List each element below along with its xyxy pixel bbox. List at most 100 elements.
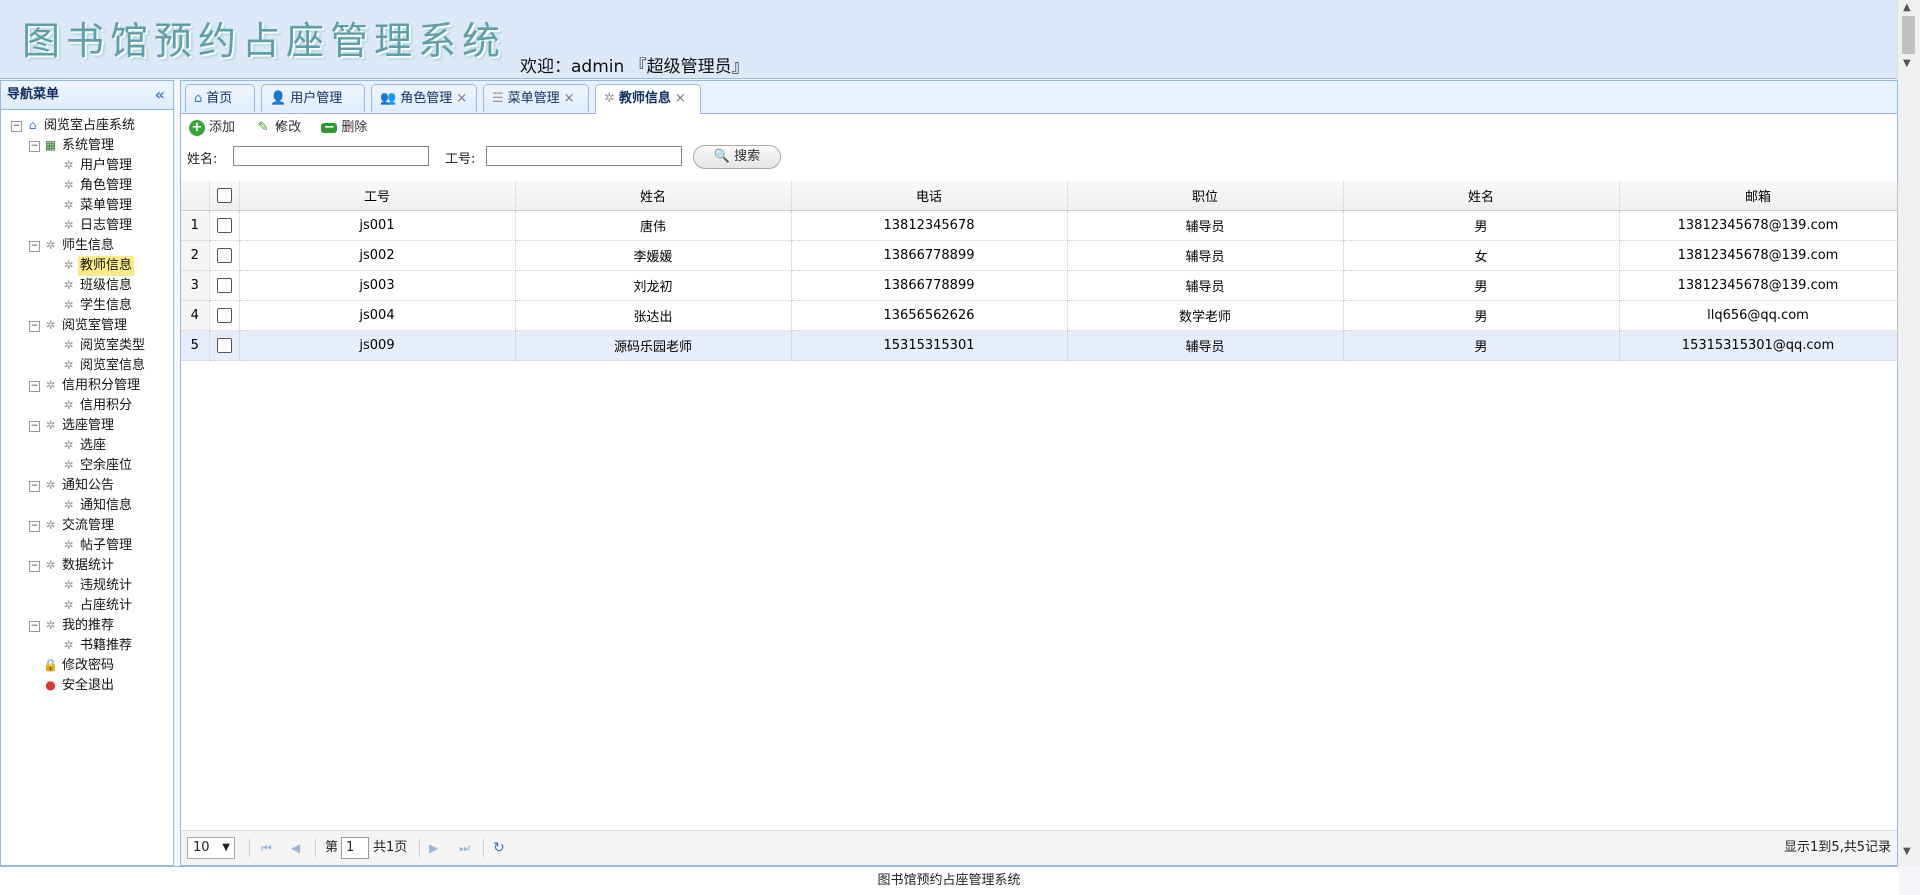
tab-item[interactable]: ✲ 教师信息 × xyxy=(595,84,701,114)
search-button[interactable]: 🔍 搜索 xyxy=(693,145,781,169)
table-row[interactable]: 1 js001 唐伟 13812345678 辅导员男 13812345678@139.c… xyxy=(181,210,1898,241)
tree-group[interactable]: − ✲ 选座管理 xyxy=(1,416,173,436)
gear-icon: ✲ xyxy=(604,91,615,106)
vertical-scrollbar[interactable]: ▲ ▼ ▼ xyxy=(1897,0,1920,866)
sidebar-item[interactable]: ✲ 班级信息 xyxy=(1,276,173,296)
close-icon[interactable]: × xyxy=(675,91,686,106)
tree-group[interactable]: − ▦ 系统管理 xyxy=(1,136,173,156)
close-icon[interactable]: × xyxy=(564,91,575,106)
select-all-checkbox[interactable] xyxy=(216,188,232,203)
row-checkbox[interactable] xyxy=(216,218,232,233)
last-page-icon[interactable]: ⏭ xyxy=(459,831,470,865)
page-size-select[interactable]: 10 ▼ xyxy=(187,837,235,859)
sidebar-item[interactable]: ✲ 选座 xyxy=(1,436,173,456)
first-page-icon[interactable]: ⏮ xyxy=(261,831,272,865)
tab-item[interactable]: 👤 用户管理× xyxy=(261,84,365,134)
tab-item[interactable]: ⌂ 首页 xyxy=(185,84,255,112)
sidebar-item[interactable]: ✲ 通知信息 xyxy=(1,496,173,516)
minus-icon: − xyxy=(321,121,338,134)
double-chevron-left-icon[interactable]: « xyxy=(155,81,165,109)
row-checkbox[interactable] xyxy=(216,248,232,263)
collapse-toggle-icon[interactable]: − xyxy=(29,421,40,432)
scroll-down-icon[interactable]: ▼ xyxy=(1903,58,1911,69)
sidebar-item[interactable]: ✲ 用户管理 xyxy=(1,156,173,176)
row-checkbox[interactable] xyxy=(216,338,232,353)
sidebar-item[interactable]: ✲ 阅览室信息 xyxy=(1,356,173,376)
tree-group[interactable]: − ✲ 阅览室管理 xyxy=(1,316,173,336)
gear-icon: ✲ xyxy=(63,278,74,292)
sidebar-item[interactable]: ✲ 教师信息 xyxy=(1,256,173,276)
collapse-toggle-icon[interactable]: − xyxy=(29,621,40,632)
page-number-input[interactable]: 1 xyxy=(341,837,369,859)
sidebar-item[interactable]: ✲ 阅览室类型 xyxy=(1,336,173,356)
divider xyxy=(483,839,484,857)
tab-label: 教师信息 xyxy=(618,91,671,106)
sidebar-item[interactable]: ✲ 书籍推荐 xyxy=(1,636,173,656)
col-header[interactable]: 姓名 xyxy=(1343,181,1620,211)
prev-page-icon[interactable]: ◀ xyxy=(291,831,300,865)
cell-email: 13812345678@139.com xyxy=(1619,240,1898,271)
sidebar-item-change-password[interactable]: 🔒 修改密码 xyxy=(1,656,173,676)
sidebar-item[interactable]: ✲ 日志管理 xyxy=(1,216,173,236)
collapse-toggle-icon[interactable]: − xyxy=(29,561,40,572)
sidebar-item[interactable]: ✲ 角色管理 xyxy=(1,176,173,196)
row-checkbox[interactable] xyxy=(216,308,232,323)
refresh-icon[interactable]: ↻ xyxy=(493,831,505,865)
sidebar-item[interactable]: ✲ 违规统计 xyxy=(1,576,173,596)
col-header[interactable]: 邮箱 xyxy=(1619,181,1898,211)
collapse-toggle-icon[interactable]: − xyxy=(11,121,22,132)
next-page-icon[interactable]: ▶ xyxy=(429,831,438,865)
col-header[interactable]: 姓名 xyxy=(515,181,792,211)
collapse-toggle-icon[interactable]: − xyxy=(29,521,40,532)
sidebar-item[interactable]: ✲ 菜单管理 xyxy=(1,196,173,216)
sidebar-title: 导航菜单 xyxy=(7,87,60,102)
tree-group[interactable]: − ✲ 数据统计 xyxy=(1,556,173,576)
close-icon[interactable]: × xyxy=(456,91,467,106)
tree-label: 班级信息 xyxy=(80,278,133,293)
tree-group[interactable]: − ✲ 我的推荐 xyxy=(1,616,173,636)
table-row[interactable]: 4 js004 张达出 13656562626 数学老师男 llq656@qq.com xyxy=(181,300,1898,331)
sidebar-item[interactable]: ✲ 学生信息 xyxy=(1,296,173,316)
cell-pos: 辅导员 xyxy=(1067,210,1344,241)
cell-id: js009 xyxy=(239,330,516,361)
collapse-toggle-icon[interactable]: − xyxy=(29,321,40,332)
menu-icon: ☰ xyxy=(492,91,504,106)
name-search-input[interactable] xyxy=(233,146,429,166)
lock-icon: 🔒 xyxy=(43,658,58,672)
scrollbar-thumb[interactable] xyxy=(1902,16,1915,54)
sidebar-item[interactable]: ✲ 占座统计 xyxy=(1,596,173,616)
cell-id: js002 xyxy=(239,240,516,271)
gear-icon: ✲ xyxy=(63,218,74,232)
sidebar-item-logout[interactable]: ● 安全退出 xyxy=(1,676,173,696)
tab-item[interactable]: ☰ 菜单管理 × xyxy=(483,84,589,112)
table-row[interactable]: 2 js002 李媛媛 13866778899 辅导员女 13812345678@139.… xyxy=(181,240,1898,271)
col-header[interactable]: 电话 xyxy=(791,181,1068,211)
sidebar-item[interactable]: ✲ 空余座位 xyxy=(1,456,173,476)
tree-root[interactable]: − ⌂ 阅览室占座系统 xyxy=(1,116,173,136)
collapse-toggle-icon[interactable]: − xyxy=(29,381,40,392)
col-header[interactable]: 工号 xyxy=(239,181,516,211)
tree-group[interactable]: − ✲ 交流管理 xyxy=(1,516,173,536)
delete-button[interactable]: − 删除 xyxy=(321,114,367,142)
tree-label: 违规统计 xyxy=(80,578,133,593)
collapse-toggle-icon[interactable]: − xyxy=(29,241,40,252)
plus-icon: + xyxy=(189,120,205,136)
table-row[interactable]: 3 js003 刘龙初 13866778899 辅导员男 13812345678@139.… xyxy=(181,270,1898,301)
collapse-toggle-icon[interactable]: − xyxy=(29,481,40,492)
tree-group[interactable]: − ✲ 师生信息 xyxy=(1,236,173,256)
id-search-input[interactable] xyxy=(486,146,682,166)
tree-group[interactable]: − ✲ 信用积分管理 xyxy=(1,376,173,396)
col-header[interactable]: 职位 xyxy=(1067,181,1344,211)
tree-group[interactable]: − ✲ 通知公告 xyxy=(1,476,173,496)
table-row[interactable]: 5 js009 源码乐园老师 15315315301 辅导员男 15315315301@q… xyxy=(181,330,1898,361)
sidebar-item[interactable]: ✲ 帖子管理 xyxy=(1,536,173,556)
add-button[interactable]: + 添加 xyxy=(189,114,235,142)
tab-item[interactable]: 👥 角色管理 × xyxy=(371,84,477,112)
collapse-toggle-icon[interactable]: − xyxy=(29,141,40,152)
sidebar-item[interactable]: ✲ 信用积分 xyxy=(1,396,173,416)
row-number: 3 xyxy=(181,270,210,301)
row-checkbox[interactable] xyxy=(216,278,232,293)
scroll-up-icon[interactable]: ▲ xyxy=(1903,2,1911,13)
scroll-down-bottom-icon[interactable]: ▼ xyxy=(1903,846,1911,857)
edit-button[interactable]: ✎ 修改 xyxy=(255,114,301,142)
